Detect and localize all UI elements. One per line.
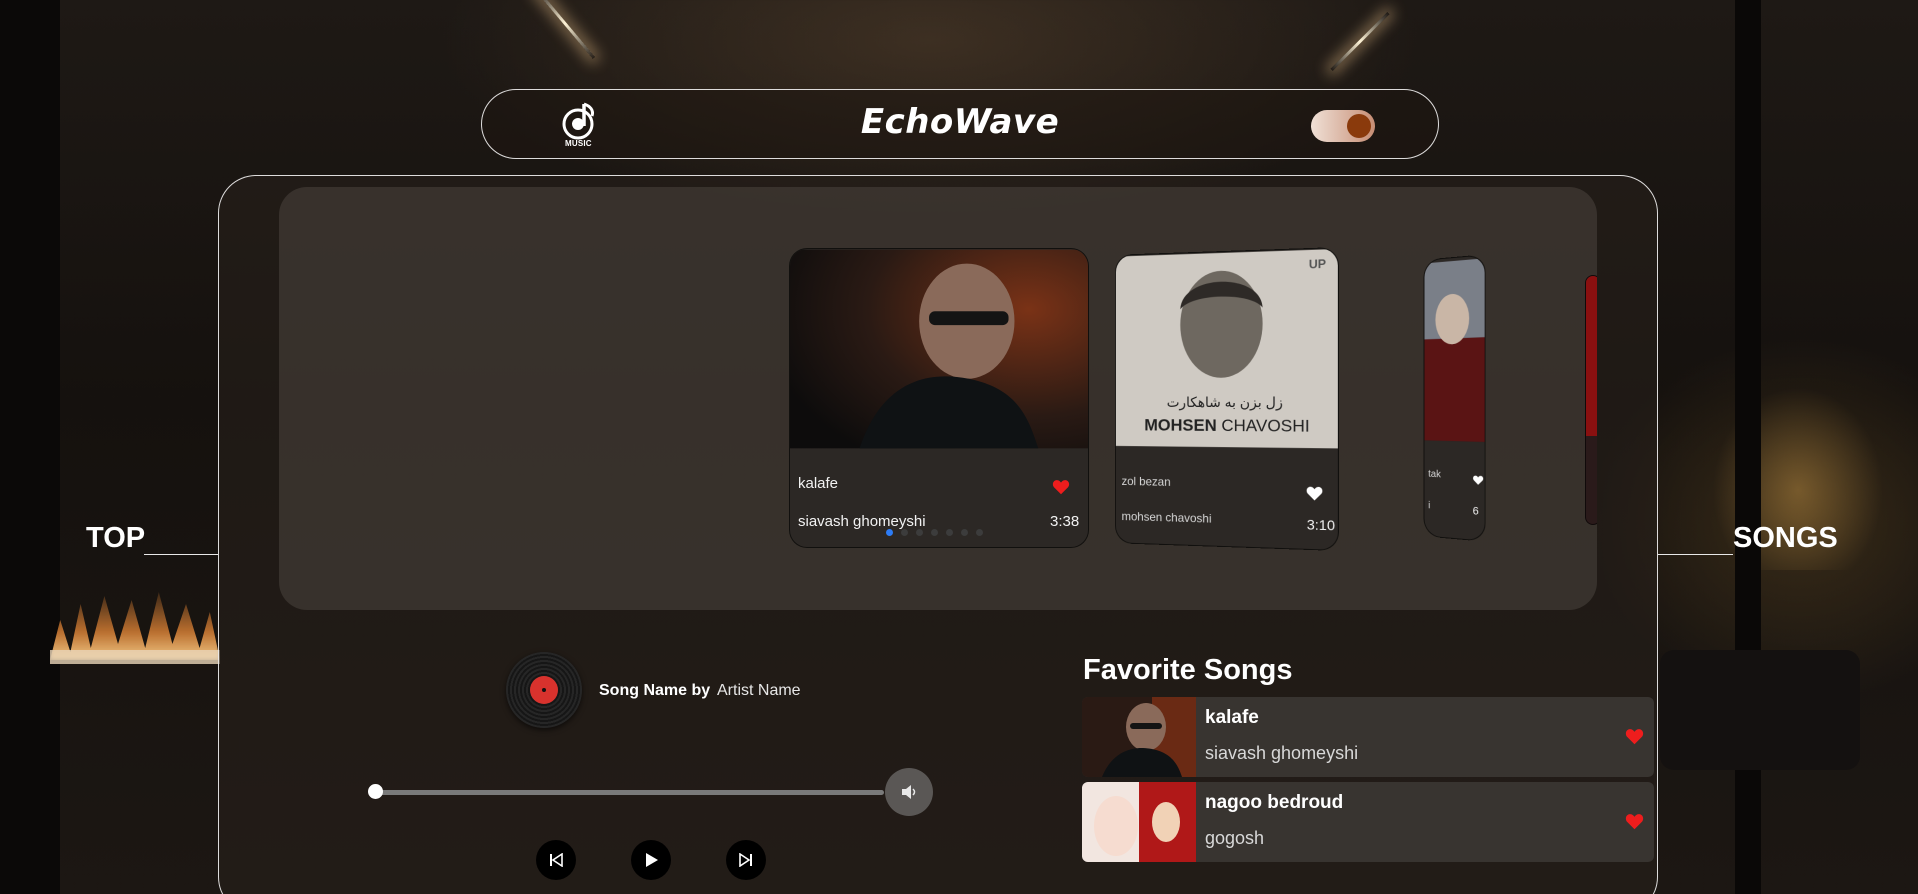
carousel-pagination [886, 529, 983, 536]
next-icon [739, 853, 752, 867]
side-label-line-left [144, 554, 218, 555]
background-column [1735, 0, 1761, 894]
card-duration: 3:38 [1050, 513, 1080, 530]
fireplace-base [50, 650, 220, 664]
favorite-song-name: kalafe [1205, 707, 1259, 728]
play-icon [646, 853, 658, 867]
album-art-text-light: CHAVOSHI [1221, 415, 1310, 436]
card-artist-name: siavash ghomeyshi [798, 513, 926, 530]
background-wall [0, 0, 60, 894]
theme-toggle[interactable] [1311, 110, 1375, 142]
song-card[interactable]: tak i 6 [1423, 254, 1486, 542]
toggle-knob [1347, 114, 1371, 138]
volume-button[interactable] [885, 768, 933, 816]
album-art-persian: زل بزن به شاهکارت [1166, 393, 1283, 411]
album-art-text: MOHSEN CHAVOSHI [1144, 416, 1309, 437]
vinyl-hole [542, 688, 546, 692]
album-art-badge: UP [1308, 256, 1327, 272]
side-label-top: TOP [86, 522, 146, 554]
card-duration: 6 [1472, 505, 1479, 518]
favorite-song-row[interactable]: nagoo bedroud gogosh [1082, 782, 1654, 862]
favorite-song-row[interactable]: kalafe siavash ghomeyshi [1082, 697, 1654, 777]
song-card[interactable] [1585, 275, 1597, 525]
pagination-dot[interactable] [946, 529, 953, 536]
ceiling-light [1330, 12, 1390, 71]
song-carousel: kalafe siavash ghomeyshi 3:38 زل بزن به … [279, 187, 1597, 610]
play-button[interactable] [631, 840, 671, 880]
card-artist-name: mohsen chavoshi [1121, 509, 1212, 526]
now-playing-artist: Artist Name [717, 682, 801, 699]
pagination-dot[interactable] [916, 529, 923, 536]
heart-icon[interactable] [1625, 728, 1644, 745]
volume-icon [902, 785, 916, 799]
song-card[interactable]: زل بزن به شاهکارت MOHSEN CHAVOSHI UP zol… [1114, 247, 1339, 551]
favorite-artist-name: gogosh [1205, 828, 1265, 848]
album-art [790, 249, 1088, 449]
favorite-album-art [1082, 782, 1196, 862]
ceiling-light [534, 0, 596, 59]
album-art [1586, 276, 1597, 436]
app-title: EchoWave [860, 102, 1060, 142]
heart-icon[interactable] [1306, 486, 1324, 502]
favorites-title: Favorite Songs [1083, 654, 1293, 686]
previous-icon [550, 853, 563, 867]
heart-icon[interactable] [1473, 475, 1484, 486]
song-card[interactable]: kalafe siavash ghomeyshi 3:38 [789, 248, 1089, 548]
pagination-dot[interactable] [961, 529, 968, 536]
background-sofa [1660, 650, 1860, 770]
pagination-dot[interactable] [886, 529, 893, 536]
card-song-title: zol bezan [1121, 474, 1171, 489]
progress-thumb[interactable] [368, 784, 383, 799]
pagination-dot[interactable] [931, 529, 938, 536]
card-song-title: kalafe [798, 475, 839, 492]
album-art-text-bold: MOHSEN [1144, 415, 1217, 435]
heart-icon[interactable] [1052, 479, 1070, 495]
pagination-dot[interactable] [901, 529, 908, 536]
fireplace-flames [50, 592, 220, 660]
now-playing-song: Song Name by [599, 682, 711, 699]
card-duration: 3:10 [1306, 516, 1335, 534]
next-button[interactable] [726, 840, 766, 880]
top-bar: MUSIC EchoWave [481, 89, 1439, 159]
side-label-songs: SONGS [1733, 522, 1838, 554]
heart-icon[interactable] [1625, 813, 1644, 830]
progress-track[interactable] [376, 790, 884, 795]
vinyl-disc-icon [506, 652, 582, 728]
pagination-dot[interactable] [976, 529, 983, 536]
side-label-line-right [1658, 554, 1733, 555]
card-song-title: tak [1428, 468, 1441, 481]
favorite-artist-name: siavash ghomeyshi [1205, 743, 1359, 763]
card-artist-name: i [1428, 500, 1431, 512]
favorite-song-name: nagoo bedroud [1205, 792, 1344, 813]
previous-button[interactable] [536, 840, 576, 880]
favorite-album-art [1082, 697, 1196, 777]
album-art [1424, 258, 1485, 442]
